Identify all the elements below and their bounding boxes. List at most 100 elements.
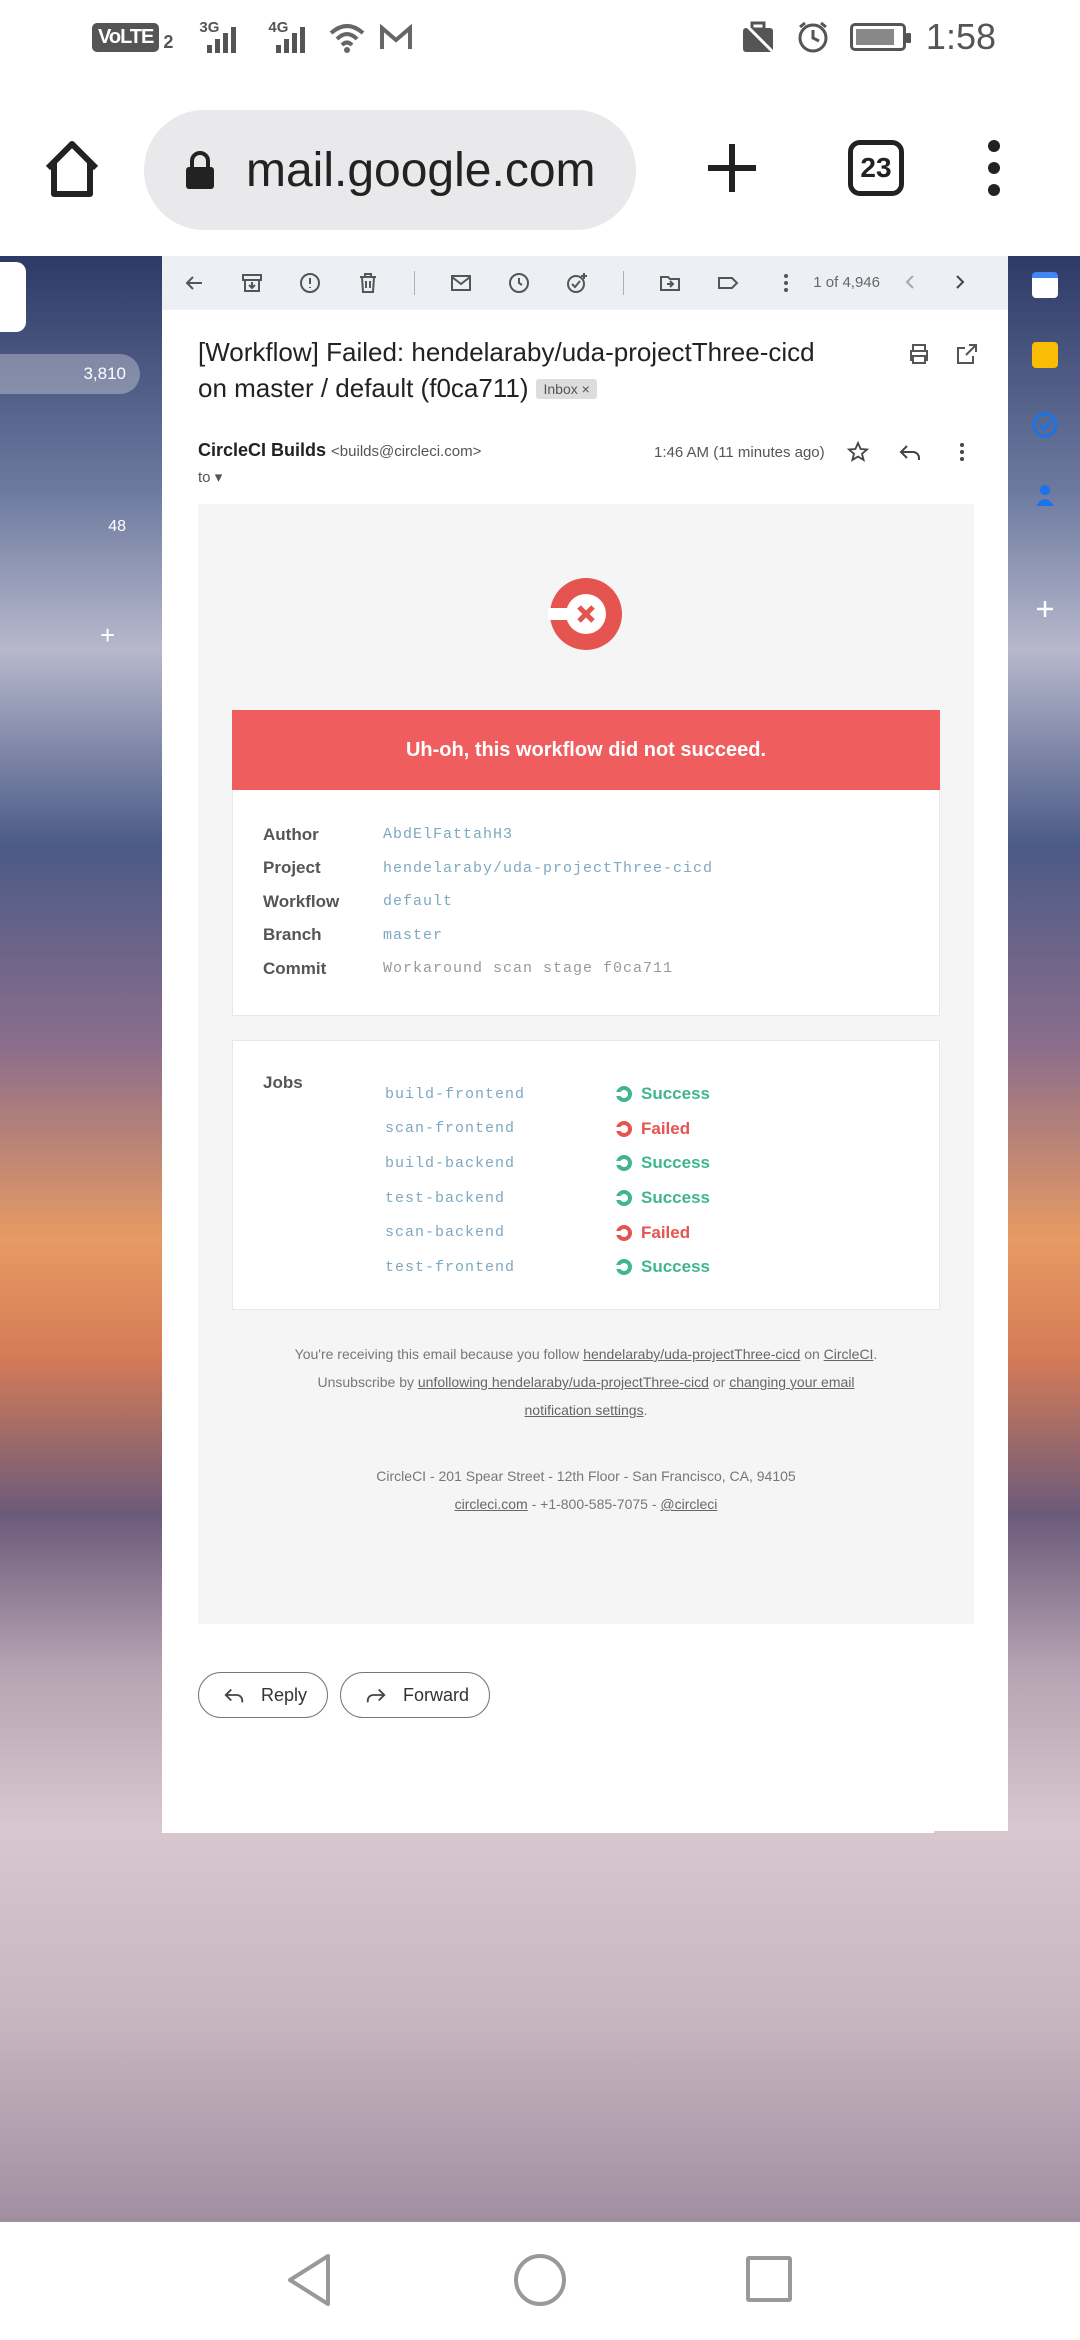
job-name[interactable]: build-backend xyxy=(385,1155,615,1172)
change-settings-link[interactable]: changing your email xyxy=(729,1374,854,1390)
report-spam-icon[interactable] xyxy=(298,271,322,295)
message-more-icon[interactable] xyxy=(950,440,974,464)
lock-icon[interactable] xyxy=(184,150,216,190)
footer-address: CircleCI - 201 Spear Street - 12th Floor… xyxy=(376,1468,796,1512)
job-row: test-frontend Success xyxy=(385,1250,710,1285)
circleci-site-link[interactable]: circleci.com xyxy=(455,1496,528,1512)
signal-3g-icon: 3G xyxy=(199,19,237,53)
folder-count[interactable]: 48 xyxy=(0,518,126,536)
footer-notice: You're receiving this email because you … xyxy=(294,1346,878,1418)
job-name[interactable]: scan-frontend xyxy=(385,1120,615,1137)
more-menu-icon[interactable] xyxy=(982,140,1006,204)
meta-value-project[interactable]: hendelaraby/uda-projectThree-cicd xyxy=(383,860,713,877)
left-sidebar: 3,810 48 + xyxy=(0,256,160,2222)
job-name[interactable]: test-frontend xyxy=(385,1259,615,1276)
email-body: Uh-oh, this workflow did not succeed. Au… xyxy=(198,504,974,1624)
back-arrow-icon[interactable] xyxy=(182,271,206,295)
email-timestamp: 1:46 AM (11 minutes ago) xyxy=(654,444,825,461)
job-row: test-backend Success xyxy=(385,1181,710,1216)
job-name[interactable]: build-frontend xyxy=(385,1086,615,1103)
compose-button[interactable] xyxy=(0,262,26,332)
success-status-icon xyxy=(615,1190,632,1207)
notification-settings-link[interactable]: notification settings xyxy=(525,1402,644,1418)
email-view-bottom xyxy=(162,1813,934,1833)
browser-toolbar: mail.google.com 23 xyxy=(0,84,1080,256)
keep-icon[interactable] xyxy=(1032,342,1058,368)
job-status: Success xyxy=(615,1257,710,1277)
circleci-failed-logo xyxy=(548,578,622,650)
url-text[interactable]: mail.google.com xyxy=(246,143,596,198)
delete-icon[interactable] xyxy=(356,271,380,295)
nav-recents-icon[interactable] xyxy=(746,2256,792,2302)
alarm-icon xyxy=(798,21,828,53)
email-subject: [Workflow] Failed: hendelaraby/uda-proje… xyxy=(198,334,898,406)
twitter-link[interactable]: @circleci xyxy=(660,1496,717,1512)
unfollow-link[interactable]: unfollowing hendelaraby/uda-projectThree… xyxy=(418,1374,709,1390)
inbox-label-chip[interactable]: Inbox × xyxy=(536,379,597,399)
job-status: Success xyxy=(615,1153,710,1173)
footer-circleci-link[interactable]: CircleCI xyxy=(824,1346,874,1362)
failed-status-icon xyxy=(615,1224,632,1241)
sender-email: <builds@circleci.com> xyxy=(331,443,482,460)
tasks-icon[interactable] xyxy=(1032,412,1058,438)
battery-icon xyxy=(849,23,911,51)
meta-value-workflow[interactable]: default xyxy=(383,893,453,910)
remove-label-icon: × xyxy=(581,381,590,397)
job-status: Failed xyxy=(615,1119,690,1139)
new-tab-icon[interactable] xyxy=(700,136,764,200)
job-status: Failed xyxy=(615,1223,690,1243)
gmail-notification-icon xyxy=(380,23,413,49)
archive-icon[interactable] xyxy=(240,271,264,295)
job-row: build-frontend Success xyxy=(385,1077,710,1112)
meta-value-branch[interactable]: master xyxy=(383,927,443,944)
meta-value-commit[interactable]: Workaround scan stage f0ca711 xyxy=(383,960,673,977)
job-row: scan-backend Failed xyxy=(385,1215,710,1250)
nav-back-icon[interactable] xyxy=(284,2252,334,2308)
print-icon[interactable] xyxy=(907,342,931,366)
reply-icon[interactable] xyxy=(898,440,922,464)
nav-home-icon[interactable] xyxy=(514,2254,566,2306)
jobs-label: Jobs xyxy=(263,1073,303,1092)
subject-line-1: [Workflow] Failed: hendelaraby/uda-proje… xyxy=(198,337,815,367)
add-label-icon[interactable]: + xyxy=(100,620,115,651)
toolbar-divider xyxy=(623,271,624,295)
android-nav-bar xyxy=(0,2222,1080,2340)
workflow-details: Author AbdElFattahH3 Project hendelaraby/u… xyxy=(232,790,940,1016)
star-icon[interactable] xyxy=(846,440,870,464)
job-name[interactable]: scan-backend xyxy=(385,1224,615,1241)
tab-switcher-button[interactable]: 23 xyxy=(848,140,904,196)
move-to-icon[interactable] xyxy=(658,271,682,295)
mark-unread-icon[interactable] xyxy=(449,271,473,295)
recipients-toggle[interactable]: to ▾ xyxy=(198,468,222,486)
sim-indicator: 2 xyxy=(163,32,174,52)
newer-chevron-icon[interactable] xyxy=(898,270,922,294)
mail-toolbar: 1 of 4,946 xyxy=(162,256,1008,310)
forward-button[interactable]: Forward xyxy=(340,1672,491,1718)
open-new-window-icon[interactable] xyxy=(955,342,979,366)
success-status-icon xyxy=(615,1086,632,1103)
contacts-icon[interactable] xyxy=(1032,482,1058,508)
more-vert-icon[interactable] xyxy=(774,271,798,295)
calendar-icon[interactable] xyxy=(1032,272,1058,298)
snooze-icon[interactable] xyxy=(507,271,531,295)
subject-line-2: on master / default (f0ca711) xyxy=(198,373,529,403)
failure-banner: Uh-oh, this workflow did not succeed. xyxy=(232,710,940,790)
add-addon-icon[interactable] xyxy=(1032,596,1058,622)
toolbar-divider xyxy=(414,271,415,295)
job-name[interactable]: test-backend xyxy=(385,1190,615,1207)
meta-value-author[interactable]: AbdElFattahH3 xyxy=(383,826,513,843)
address-bar[interactable]: mail.google.com xyxy=(144,110,636,230)
footer-project-link[interactable]: hendelaraby/uda-projectThree-cicd xyxy=(583,1346,800,1362)
label-icon[interactable] xyxy=(716,271,740,295)
inbox-count-badge[interactable]: 3,810 xyxy=(0,354,140,394)
reply-button[interactable]: Reply xyxy=(198,1672,329,1718)
pagination-text: 1 of 4,946 xyxy=(813,274,880,291)
sender-info[interactable]: CircleCI Builds <builds@circleci.com> xyxy=(198,440,481,461)
job-row: build-backend Success xyxy=(385,1146,710,1181)
add-task-icon[interactable] xyxy=(565,271,589,295)
wifi-icon xyxy=(330,23,365,53)
sender-name[interactable]: CircleCI Builds xyxy=(198,440,326,460)
caret-down-icon: ▾ xyxy=(214,469,223,486)
home-icon[interactable] xyxy=(40,136,104,200)
older-chevron-icon[interactable] xyxy=(948,270,972,294)
